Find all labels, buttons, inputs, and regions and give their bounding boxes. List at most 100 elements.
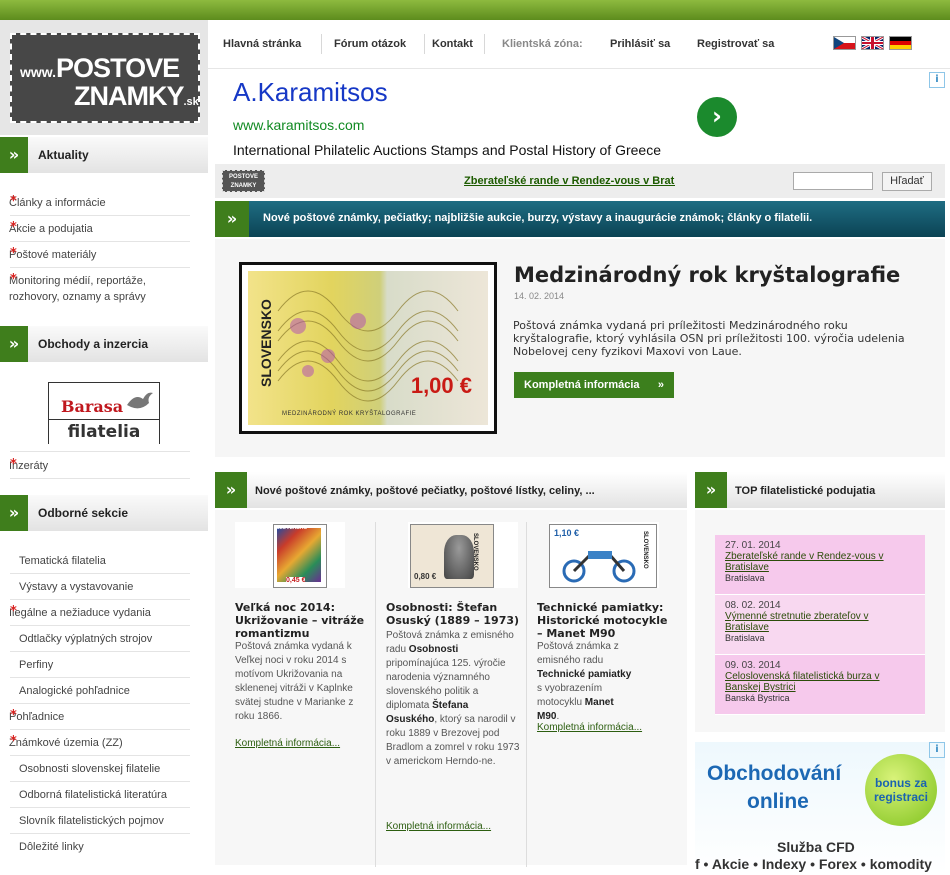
sidebar-item-thematic[interactable]: Tematická filatelia [10, 547, 190, 574]
event-item[interactable]: 09. 03. 2014 Celoslovenská filatelistick… [715, 655, 925, 715]
news-stamp-image[interactable]: SLOVENSKO 0,80 € [408, 522, 518, 588]
search-input[interactable] [793, 172, 873, 190]
sidebar-item-illegal[interactable]: * Ilegálne a nežiaduce vydania [9, 599, 190, 626]
event-item[interactable]: 27. 01. 2014 Zberateľské rande v Rendez-… [715, 535, 925, 595]
sidebar-item-label: Ilegálne a nežiaduce vydania [9, 607, 151, 619]
sidebar-item-label: Dôležité linky [19, 841, 84, 853]
nav-divider [321, 34, 322, 54]
sidebar-item-literature[interactable]: Odborná filatelistická literatúra [10, 781, 190, 808]
sidebar-item-maxicards[interactable]: Analogické pohľadnice [10, 677, 190, 704]
full-info-link[interactable]: Kompletná informácia... [537, 722, 642, 733]
nav-contact[interactable]: Kontakt [432, 38, 473, 50]
arrow-right-icon[interactable]: › [697, 97, 737, 137]
full-info-link[interactable]: Kompletná informácia... [386, 821, 491, 832]
ad-info-icon[interactable]: i [929, 72, 945, 88]
ad-banner-trading[interactable]: Obchodování online bonus za registraci S… [695, 742, 945, 875]
nav-home[interactable]: Hlavná stránka [223, 38, 301, 50]
featured-title[interactable]: Medzinárodný rok kryštalografie [514, 263, 900, 287]
stamp-value: 0,80 € [414, 572, 437, 581]
news-title[interactable]: Veľká noc 2014: Ukrižovanie – vitráže ro… [235, 601, 370, 640]
dove-icon [127, 392, 153, 409]
ad-info-icon[interactable]: i [929, 742, 945, 758]
barasa-banner[interactable]: Barasa filatelia [48, 382, 160, 444]
news-title[interactable]: Osobnosti: Štefan Osuský (1889 – 1973) [386, 601, 521, 627]
featured-stamp-image[interactable]: SLOVENSKO 1,00 € MEDZINÁRODNÝ ROK KRYŠTA… [239, 262, 497, 434]
ad-banner-karamitsos[interactable]: A.Karamitsos www.karamitsos.com Internat… [215, 72, 945, 162]
sidebar-item-label: Slovník filatelistických pojmov [19, 815, 164, 827]
stamp-country: SLOVENSKO [642, 531, 648, 569]
sidebar-item-monitoring[interactable]: * Monitoring médií, reportáže, rozhovory,… [9, 267, 195, 309]
sidebar-item-label: Monitoring médií, reportáže, rozhovory, … [9, 275, 146, 303]
sidebar-item-postal-materials[interactable]: * Poštové materiály [9, 241, 190, 268]
uk-flag-icon[interactable] [861, 36, 884, 50]
full-info-button[interactable]: Kompletná informácia » [514, 372, 674, 398]
site-logo[interactable]: www.POSTOVE ZNAMKY.sk [10, 33, 200, 123]
sidebar-item-stamp-territories[interactable]: * Známkové územia (ZZ) [9, 729, 190, 756]
news-item: SLOVENSKO 0,80 € Osobnosti: Štefan Osusk… [386, 510, 529, 865]
sidebar-heading-label: Odborné sekcie [38, 506, 129, 520]
sidebar-heading-news: » Aktuality [0, 137, 208, 173]
events-list: 27. 01. 2014 Zberateľské rande v Rendez-… [715, 535, 925, 715]
event-date: 09. 03. 2014 [725, 660, 781, 671]
event-item[interactable]: 08. 02. 2014 Výmenné stretnutie zberateľ… [715, 595, 925, 655]
sidebar-item-label: Akcie a podujatia [9, 223, 93, 235]
star-icon: * [10, 708, 17, 723]
nav-login[interactable]: Prihlásiť sa [610, 38, 670, 50]
sidebar-item-ads[interactable]: * Inzeráty [9, 452, 190, 479]
crystal-pattern-graphic [277, 290, 459, 402]
chevron-right-icon: » [215, 472, 247, 508]
news-title[interactable]: Technické pamiatky: Historické motocykle… [537, 601, 672, 640]
top-bar [0, 0, 950, 20]
ad-description: International Philatelic Auctions Stamps… [233, 142, 661, 158]
sidebar-item-links[interactable]: Dôležité linky [10, 833, 190, 859]
sidebar-item-label: Tematická filatelia [19, 555, 106, 567]
mini-logo[interactable]: POSTOVE ZNAMKY [222, 170, 265, 192]
sidebar-item-label: Osobnosti slovenskej filatelie [19, 763, 161, 775]
ad-title-line1: Obchodování [707, 762, 842, 785]
sidebar-item-perfins[interactable]: Perfiny [10, 651, 190, 678]
sidebar-item-articles[interactable]: * Články a informácie [9, 189, 190, 216]
sidebar-item-exhibitions[interactable]: Výstavy a vystavovanie [10, 573, 190, 600]
star-icon: * [10, 272, 17, 287]
featured-description: Poštová známka vydaná pri príležitosti M… [513, 319, 905, 358]
event-link[interactable]: Zberateľské rande v Rendez-vous v Bratis… [725, 551, 900, 573]
stamp-country: SLOVENSKO [257, 299, 274, 387]
event-place: Bratislava [725, 573, 765, 583]
button-label: Kompletná informácia [524, 379, 640, 391]
news-section-title: Nové poštové známky, poštové pečiatky, p… [255, 485, 595, 497]
sidebar-item-glossary[interactable]: Slovník filatelistických pojmov [10, 807, 190, 834]
search-button[interactable]: Hľadať [882, 172, 932, 191]
news-stamp-image[interactable]: SLOVENSKO 0,45 € [235, 522, 345, 588]
ticker-link[interactable]: Zberateľské rande v Rendez-vous v Bratis… [464, 175, 675, 187]
star-icon: * [10, 457, 17, 472]
news-text: Poštová známka vydaná k Veľkej noci v ro… [235, 641, 354, 722]
star-icon: * [10, 246, 17, 261]
full-info-link[interactable]: Kompletná informácia... [235, 738, 340, 749]
sidebar-item-meters[interactable]: Odtlačky výplatných strojov [10, 625, 190, 652]
news-stamp-image[interactable]: 1,10 € SLOVENSKO [549, 522, 659, 588]
bonus-badge[interactable]: bonus za registraci [865, 754, 937, 826]
sidebar-item-events[interactable]: * Akcie a podujatia [9, 215, 190, 242]
sidebar-item-personalities[interactable]: Osobnosti slovenskej filatelie [10, 755, 190, 782]
news-item: SLOVENSKO 0,45 € Veľká noc 2014: Ukrižov… [235, 510, 378, 865]
ad-title[interactable]: A.Karamitsos [233, 77, 388, 108]
nav-forum[interactable]: Fórum otázok [334, 38, 406, 50]
chevron-right-icon: » [695, 472, 727, 508]
sidebar-heading-label: Aktuality [38, 148, 89, 162]
stamp-country: SLOVENSKO [472, 533, 478, 571]
sidebar-item-label: Známkové územia (ZZ) [9, 737, 123, 749]
cz-flag-icon[interactable] [833, 36, 856, 50]
sidebar-item-label: Články a informácie [9, 197, 106, 209]
ad-url[interactable]: www.karamitsos.com [233, 117, 364, 133]
column-divider [526, 522, 527, 867]
sidebar-item-postcards[interactable]: * Pohľadnice [9, 703, 190, 730]
sidebar-item-label: Odborná filatelistická literatúra [19, 789, 167, 801]
de-flag-icon[interactable] [889, 36, 912, 50]
ticker-bar: POSTOVE ZNAMKY Zberateľské rande v Rende… [215, 164, 945, 198]
event-link[interactable]: Celoslovenská filatelistická burza v Ban… [725, 671, 895, 693]
event-link[interactable]: Výmenné stretnutie zberateľov v Bratisla… [725, 611, 890, 633]
events-section-title: TOP filatelistické podujatia [735, 485, 876, 497]
event-date: 08. 02. 2014 [725, 600, 781, 611]
news-item: 1,10 € SLOVENSKO Technické pamiatky: His… [537, 510, 680, 865]
nav-register[interactable]: Registrovať sa [697, 38, 774, 50]
